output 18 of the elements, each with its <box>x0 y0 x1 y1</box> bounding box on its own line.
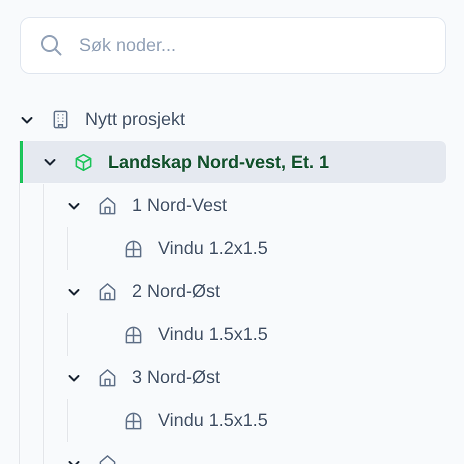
tree-item[interactable]: Landskap Nord-vest, Et. 1 <box>20 141 446 183</box>
house-icon <box>98 196 117 215</box>
window-icon <box>124 325 143 344</box>
tree-item[interactable]: Vindu 1.5x1.5 <box>68 399 446 442</box>
tree-item[interactable]: Vindu 1.5x1.5 <box>68 313 446 356</box>
tree-item[interactable]: 3 Nord-Øst <box>44 356 446 399</box>
house-icon <box>98 368 117 387</box>
window-icon <box>124 411 143 430</box>
tree-item[interactable]: 1 Nord-Vest <box>44 184 446 227</box>
house-icon <box>98 282 117 301</box>
building-icon <box>51 110 70 129</box>
window-icon <box>124 239 143 258</box>
cube-icon <box>74 152 93 172</box>
tree-item[interactable]: 2 Nord-Øst <box>44 270 446 313</box>
tree-item[interactable]: Vindu 1.2x1.5 <box>68 227 446 270</box>
tree-item[interactable]: Nytt prosjekt <box>19 98 446 141</box>
search-field[interactable]: Søk noder... <box>20 17 446 74</box>
search-icon <box>39 33 63 57</box>
